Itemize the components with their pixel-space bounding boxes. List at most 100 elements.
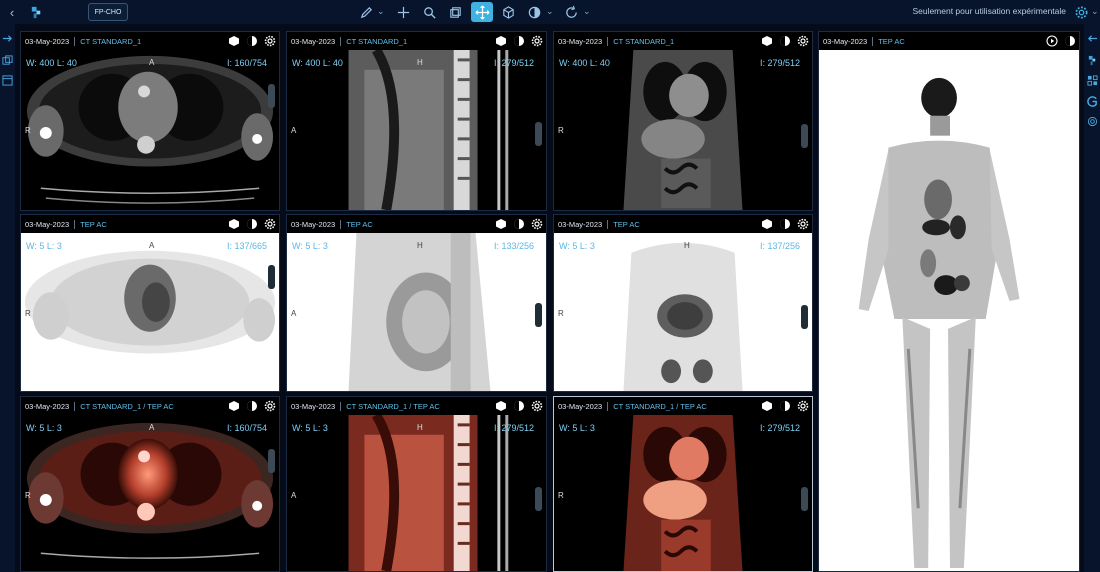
contrast-icon[interactable] xyxy=(245,34,258,47)
expand-left-icon[interactable] xyxy=(1086,32,1098,44)
settings-icon[interactable] xyxy=(796,399,809,412)
orientation-top: H xyxy=(417,58,423,67)
viewport-header: 03-May-2023 CT STANDARD_1 / TEP AC xyxy=(287,397,546,415)
chevron-down-icon[interactable]: ⌄ xyxy=(583,4,591,18)
slice-scrollbar[interactable] xyxy=(268,84,275,108)
contrast-icon[interactable] xyxy=(512,34,525,47)
slice-index: I: 133/256 xyxy=(493,241,534,251)
layout-icon[interactable] xyxy=(1,74,13,86)
grid-icon[interactable] xyxy=(1086,74,1098,86)
slice-index: I: 279/512 xyxy=(493,423,534,433)
contrast-icon[interactable] xyxy=(1063,34,1076,47)
contrast-icon[interactable] xyxy=(245,399,258,412)
settings-icon[interactable] xyxy=(263,217,276,230)
window-level: W: 400 L: 40 xyxy=(559,58,610,68)
cube-icon[interactable] xyxy=(227,34,240,47)
cube-icon[interactable] xyxy=(494,399,507,412)
series-icon[interactable] xyxy=(1,54,13,66)
viewport-header: 03-May-2023 TEP AC xyxy=(287,215,546,233)
app-logo-icon[interactable] xyxy=(1086,54,1098,66)
slice-scrollbar[interactable] xyxy=(801,124,808,148)
cube-icon[interactable] xyxy=(227,399,240,412)
target-icon[interactable] xyxy=(1086,115,1098,127)
orientation-top: H xyxy=(417,241,423,250)
slice-scrollbar[interactable] xyxy=(268,265,275,289)
pencil-icon[interactable] xyxy=(357,3,375,21)
viewport-ct-coronal[interactable]: 03-May-2023 CT STANDARD_1 W: 400 L: 40 I… xyxy=(553,31,813,211)
study-date: 03-May-2023 xyxy=(558,36,603,46)
ct-axial-image xyxy=(21,50,279,210)
viewport-pet-coronal[interactable]: 03-May-2023 TEP AC W: 5 L: 3 I: 137/256 … xyxy=(553,214,813,392)
right-rail xyxy=(1084,24,1100,572)
slice-scrollbar[interactable] xyxy=(535,303,542,327)
orientation-left: A xyxy=(291,491,297,500)
settings-icon[interactable] xyxy=(530,34,543,47)
viewport-fusion-sagittal[interactable]: 03-May-2023 CT STANDARD_1 / TEP AC W: 5 … xyxy=(286,396,547,572)
cube-icon[interactable] xyxy=(760,217,773,230)
series-name: CT STANDARD_1 / TEP AC xyxy=(613,401,707,411)
pet-mip-image xyxy=(819,50,1079,571)
viewport-pet-sagittal[interactable]: 03-May-2023 TEP AC W: 5 L: 3 I: 133/256 … xyxy=(286,214,547,392)
slice-scrollbar[interactable] xyxy=(268,449,275,473)
crosshair-icon[interactable] xyxy=(394,3,412,21)
viewport-fusion-coronal[interactable]: 03-May-2023 CT STANDARD_1 / TEP AC W: 5 … xyxy=(553,396,813,572)
chevron-down-icon[interactable]: ⌄ xyxy=(1091,4,1099,18)
rotate-icon[interactable] xyxy=(562,3,580,21)
viewport-ct-sagittal[interactable]: 03-May-2023 CT STANDARD_1 W: 400 L: 40 I… xyxy=(286,31,547,211)
g-logo-icon[interactable] xyxy=(1086,95,1098,107)
fusion-sagittal-image xyxy=(287,415,546,571)
contrast-icon[interactable] xyxy=(525,3,543,21)
settings-icon[interactable] xyxy=(530,217,543,230)
viewport-header: 03-May-2023 TEP AC xyxy=(21,215,279,233)
contrast-icon[interactable] xyxy=(778,217,791,230)
zoom-icon[interactable] xyxy=(420,3,438,21)
study-date: 03-May-2023 xyxy=(558,219,603,229)
slice-scrollbar[interactable] xyxy=(535,122,542,146)
viewport-fusion-axial[interactable]: 03-May-2023 CT STANDARD_1 / TEP AC W: 5 … xyxy=(20,396,280,572)
chevron-down-icon[interactable]: ⌄ xyxy=(546,4,554,18)
cube-icon[interactable] xyxy=(227,217,240,230)
study-date: 03-May-2023 xyxy=(291,401,336,411)
pan-icon[interactable] xyxy=(471,2,493,22)
orientation-left: A xyxy=(291,126,297,135)
viewport-ct-axial[interactable]: 03-May-2023 CT STANDARD_1 W: 400 L: 40 I… xyxy=(20,31,280,211)
series-name: TEP AC xyxy=(613,219,640,229)
play-icon[interactable] xyxy=(1045,34,1058,47)
contrast-icon[interactable] xyxy=(778,34,791,47)
series-name: TEP AC xyxy=(346,219,373,229)
cube-icon[interactable] xyxy=(760,34,773,47)
settings-icon[interactable] xyxy=(1072,3,1090,21)
cube-icon[interactable] xyxy=(494,217,507,230)
study-date: 03-May-2023 xyxy=(25,219,70,229)
window-level: W: 5 L: 3 xyxy=(559,423,595,433)
contrast-icon[interactable] xyxy=(512,399,525,412)
settings-icon[interactable] xyxy=(796,34,809,47)
back-icon[interactable]: ‹ xyxy=(3,3,21,21)
slice-scrollbar[interactable] xyxy=(801,305,808,329)
viewport-pet-axial[interactable]: 03-May-2023 TEP AC W: 5 L: 3 I: 137/665 … xyxy=(20,214,280,392)
pet-axial-image xyxy=(21,233,279,391)
fusion-coronal-image xyxy=(554,415,812,571)
contrast-icon[interactable] xyxy=(778,399,791,412)
cube-icon[interactable] xyxy=(494,34,507,47)
contrast-icon[interactable] xyxy=(512,217,525,230)
settings-icon[interactable] xyxy=(530,399,543,412)
viewport-pet-mip[interactable]: 03-May-2023 TEP AC xyxy=(818,31,1080,572)
expand-right-icon[interactable] xyxy=(1,32,13,44)
slice-index: I: 279/512 xyxy=(759,423,800,433)
cube-icon[interactable] xyxy=(760,399,773,412)
layers-icon[interactable] xyxy=(446,3,464,21)
slice-scrollbar[interactable] xyxy=(535,487,542,511)
settings-icon[interactable] xyxy=(263,399,276,412)
study-date: 03-May-2023 xyxy=(25,36,70,46)
settings-icon[interactable] xyxy=(263,34,276,47)
viewport-header: 03-May-2023 CT STANDARD_1 / TEP AC xyxy=(21,397,279,415)
patient-button[interactable]: FP-CHO xyxy=(88,3,128,21)
cube-icon[interactable] xyxy=(499,3,517,21)
settings-icon[interactable] xyxy=(796,217,809,230)
slice-scrollbar[interactable] xyxy=(801,487,808,511)
chevron-down-icon[interactable]: ⌄ xyxy=(377,4,385,18)
orientation-top: H xyxy=(417,423,423,432)
contrast-icon[interactable] xyxy=(245,217,258,230)
orientation-left: R xyxy=(25,309,31,318)
